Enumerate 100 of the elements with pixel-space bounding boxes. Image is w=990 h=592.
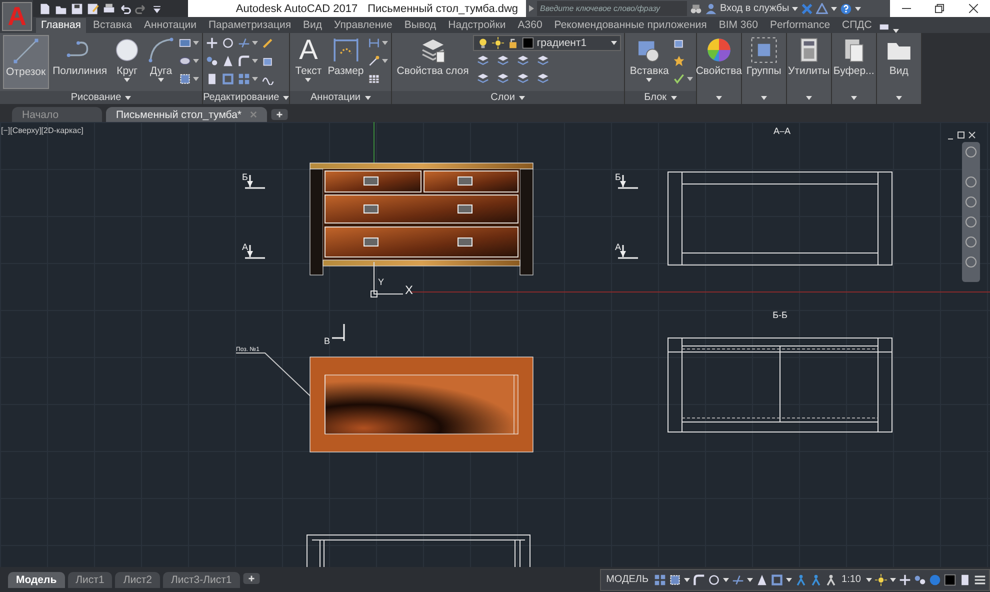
rounded-corner-icon[interactable]: [692, 574, 705, 586]
caret-icon[interactable]: [890, 578, 896, 582]
layer-stack-icon[interactable]: [496, 54, 509, 66]
collapsed-panel-button[interactable]: Утилиты: [786, 33, 832, 104]
table-icon[interactable]: [368, 73, 380, 85]
user-icon[interactable]: [705, 2, 717, 14]
tool-button[interactable]: Круг: [111, 35, 144, 89]
caret-icon[interactable]: [125, 96, 132, 100]
tool-button[interactable]: Размер: [326, 35, 366, 89]
grid-icon[interactable]: [654, 574, 666, 586]
circles-icon[interactable]: [914, 574, 926, 586]
swatch-icon[interactable]: [944, 574, 956, 586]
caret-icon[interactable]: [684, 578, 690, 582]
document-tab[interactable]: Начало: [12, 107, 102, 122]
tool-button[interactable]: A Текст: [293, 35, 324, 89]
square-icon[interactable]: [222, 73, 234, 85]
caret-icon[interactable]: [866, 578, 872, 582]
collapsed-panel-button[interactable]: Вид: [876, 33, 922, 104]
tool-button[interactable]: Вставка: [628, 35, 671, 89]
circles-icon[interactable]: [206, 55, 218, 67]
layer-stack-icon[interactable]: [496, 72, 509, 84]
new-tab-icon[interactable]: [270, 109, 288, 120]
layout-tab[interactable]: Лист2: [115, 572, 160, 588]
ribbon-tab[interactable]: Рекомендованные приложения: [549, 18, 712, 33]
layout-tab[interactable]: Лист3-Лист1: [162, 572, 240, 588]
lock-icon[interactable]: [506, 37, 519, 49]
sun-icon[interactable]: [875, 574, 887, 586]
dresser-top-view-drawing[interactable]: [310, 356, 534, 452]
expand-icon[interactable]: [529, 5, 534, 12]
plan-view-drawing[interactable]: [668, 172, 892, 266]
dresser-front-drawing[interactable]: [310, 162, 534, 276]
cut-line-icon[interactable]: [238, 37, 250, 49]
person-icon[interactable]: [810, 574, 822, 586]
caret-icon[interactable]: [670, 96, 677, 100]
viewport-controls-icon[interactable]: [948, 132, 976, 140]
close-icon[interactable]: [968, 4, 978, 13]
sun-icon[interactable]: [492, 37, 504, 49]
binoculars-icon[interactable]: [690, 2, 702, 14]
layer-stack-icon[interactable]: [536, 54, 549, 66]
swatch-icon[interactable]: [522, 37, 534, 49]
layer-stack-icon[interactable]: [516, 72, 529, 84]
person-icon[interactable]: [824, 574, 837, 586]
tool-button[interactable]: Полилиния: [50, 35, 110, 89]
sign-in-menu[interactable]: Вход в службы: [720, 3, 790, 14]
star-icon[interactable]: [672, 55, 685, 67]
ribbon-tab[interactable]: Управление: [329, 18, 398, 33]
ellipse-icon[interactable]: [179, 55, 192, 67]
layer-stack-icon[interactable]: [476, 54, 489, 66]
rounded-corner-icon[interactable]: [238, 55, 250, 67]
ribbon-tab[interactable]: СПДС: [837, 18, 877, 33]
caret-icon[interactable]: [364, 96, 371, 100]
caret-icon[interactable]: [646, 78, 652, 82]
layer-stack-icon[interactable]: [536, 72, 549, 84]
dresser-partial-drawing[interactable]: [306, 534, 530, 567]
hatch-icon[interactable]: [179, 73, 192, 85]
layout-tab[interactable]: Лист1: [68, 572, 112, 588]
section-view-drawing[interactable]: [668, 338, 892, 432]
hatch-icon[interactable]: [668, 574, 681, 586]
collapsed-panel-button[interactable]: Свойства: [696, 33, 742, 104]
document-tab[interactable]: Письменный стол_тумба*: [106, 107, 266, 122]
ribbon-tab[interactable]: BIM 360: [714, 18, 763, 33]
page-icon[interactable]: [206, 73, 218, 85]
layout-tab[interactable]: Модель: [8, 572, 65, 588]
ribbon-tab[interactable]: Аннотации: [139, 18, 202, 33]
caret-icon[interactable]: [746, 578, 753, 582]
ribbon-tab[interactable]: Надстройки: [443, 18, 511, 33]
ribbon-tab[interactable]: Вывод: [399, 18, 442, 33]
viewport-label[interactable]: [−][Сверху][2D-каркас]: [1, 126, 84, 135]
undo-icon[interactable]: [119, 2, 131, 14]
layer-stack-icon[interactable]: [476, 72, 489, 84]
ribbon-tab[interactable]: Вид: [298, 18, 328, 33]
caret-icon[interactable]: [855, 6, 862, 10]
save-icon[interactable]: [71, 2, 83, 14]
ribbon-tab[interactable]: Вставка: [88, 18, 137, 33]
restore-icon[interactable]: [935, 4, 944, 13]
rectangle-icon[interactable]: [179, 37, 192, 49]
dimension-icon[interactable]: [368, 37, 380, 49]
triangle-icon[interactable]: [222, 55, 234, 67]
ribbon-tab[interactable]: Параметризация: [204, 18, 296, 33]
ribbon-tab[interactable]: A360: [512, 18, 548, 33]
tool-button[interactable]: Отрезок: [3, 35, 49, 89]
leader-icon[interactable]: [368, 55, 380, 67]
layer-stack-icon[interactable]: [516, 54, 529, 66]
page-icon[interactable]: [959, 574, 971, 586]
square-icon[interactable]: [770, 574, 783, 586]
caret-icon[interactable]: [831, 6, 838, 10]
caret-icon[interactable]: [722, 578, 729, 582]
help-icon[interactable]: [840, 2, 852, 14]
caret-icon[interactable]: [158, 78, 164, 82]
new-layout-icon[interactable]: [242, 573, 260, 584]
grid-icon[interactable]: [238, 73, 250, 85]
layer-properties-button[interactable]: Свойства слоя: [394, 35, 471, 89]
triangle-icon[interactable]: [756, 574, 768, 586]
redo-icon[interactable]: [135, 2, 147, 14]
bulb-icon[interactable]: [476, 37, 489, 49]
save-as-icon[interactable]: [87, 2, 99, 14]
menu-icon[interactable]: [974, 574, 986, 586]
new-file-icon[interactable]: [39, 2, 51, 14]
tool-button[interactable]: Дуга: [145, 35, 178, 89]
cut-line-icon[interactable]: [732, 574, 744, 586]
